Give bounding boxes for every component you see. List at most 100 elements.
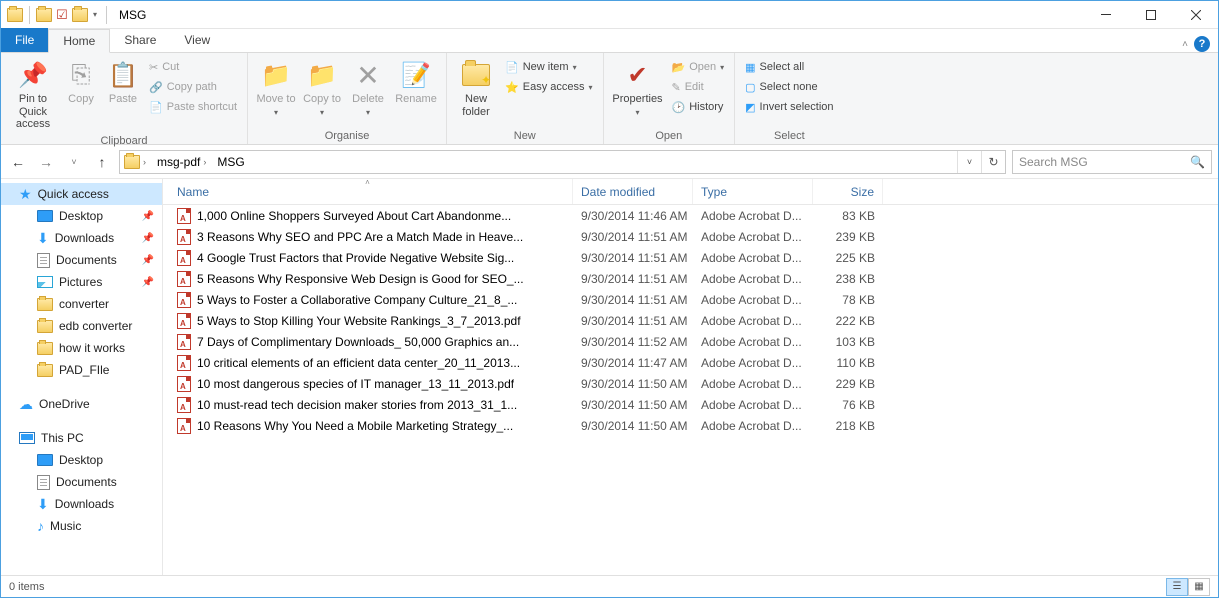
nav-edb-converter[interactable]: edb converter: [1, 315, 162, 337]
address-folder-icon: [124, 155, 140, 169]
open-button[interactable]: 📂Open ▾: [668, 57, 729, 77]
breadcrumb-seg-0[interactable]: msg-pdf: [157, 155, 200, 169]
tab-file[interactable]: File: [1, 28, 48, 52]
nav-desktop[interactable]: Desktop📌: [1, 205, 162, 227]
col-header-size[interactable]: Size: [813, 179, 883, 204]
cloud-icon: ☁: [19, 396, 33, 413]
desktop-icon: [37, 210, 53, 222]
edit-button[interactable]: ✎Edit: [668, 77, 729, 97]
nav-onedrive[interactable]: ☁OneDrive: [1, 393, 162, 415]
tab-home[interactable]: Home: [48, 29, 110, 53]
nav-documents[interactable]: Documents📌: [1, 249, 162, 271]
search-icon: 🔍: [1190, 155, 1205, 169]
properties-button[interactable]: ✔ Properties▾: [610, 57, 666, 120]
file-row[interactable]: 5 Ways to Foster a Collaborative Company…: [163, 289, 1218, 310]
address-bar[interactable]: › msg-pdf› MSG ˅ ↻: [119, 150, 1006, 174]
nav-pictures[interactable]: Pictures📌: [1, 271, 162, 293]
history-icon: 🕑: [672, 101, 686, 114]
file-row[interactable]: 10 must-read tech decision maker stories…: [163, 394, 1218, 415]
file-row[interactable]: 10 critical elements of an efficient dat…: [163, 352, 1218, 373]
file-row[interactable]: 3 Reasons Why SEO and PPC Are a Match Ma…: [163, 226, 1218, 247]
file-name: 7 Days of Complimentary Downloads_ 50,00…: [197, 335, 519, 349]
nav-downloads-2[interactable]: ⬇Downloads: [1, 493, 162, 515]
nav-forward-button[interactable]: →: [35, 151, 57, 173]
pin-to-quick-access-button[interactable]: 📌 Pin to Quick access: [7, 57, 59, 133]
new-folder-button[interactable]: New folder: [453, 57, 499, 120]
select-none-button[interactable]: ▢Select none: [741, 77, 837, 97]
open-icon: 📂: [672, 61, 686, 74]
navigation-pane[interactable]: ★Quick access Desktop📌 ⬇Downloads📌 Docum…: [1, 179, 163, 575]
group-label-select: Select: [741, 128, 837, 144]
file-name: 10 must-read tech decision maker stories…: [197, 398, 517, 412]
tab-view[interactable]: View: [170, 28, 224, 52]
rename-button[interactable]: 📝 Rename: [392, 57, 440, 108]
qat-newfolder-icon[interactable]: [72, 7, 88, 23]
easy-access-button[interactable]: ⭐Easy access ▾: [501, 77, 596, 97]
tab-share[interactable]: Share: [110, 28, 170, 52]
edit-icon: ✎: [672, 81, 681, 94]
chevron-right-icon[interactable]: ›: [200, 157, 209, 167]
qat-dropdown-icon[interactable]: ▾: [93, 10, 97, 19]
delete-button[interactable]: ✕ Delete▾: [346, 57, 390, 120]
cut-icon: ✂: [149, 61, 158, 74]
file-row[interactable]: 10 most dangerous species of IT manager_…: [163, 373, 1218, 394]
nav-desktop-2[interactable]: Desktop: [1, 449, 162, 471]
qat-properties-icon[interactable]: [36, 7, 52, 23]
address-dropdown-button[interactable]: ˅: [957, 151, 981, 173]
nav-pad-file[interactable]: PAD_FIle: [1, 359, 162, 381]
view-details-button[interactable]: ☰: [1166, 578, 1188, 596]
cut-button[interactable]: ✂Cut: [145, 57, 241, 77]
nav-recent-dropdown[interactable]: ˅: [63, 151, 85, 173]
nav-this-pc[interactable]: This PC: [1, 427, 162, 449]
file-row[interactable]: 5 Ways to Stop Killing Your Website Rank…: [163, 310, 1218, 331]
file-row[interactable]: 7 Days of Complimentary Downloads_ 50,00…: [163, 331, 1218, 352]
nav-downloads[interactable]: ⬇Downloads📌: [1, 227, 162, 249]
move-to-button[interactable]: 📁 Move to ▾: [254, 57, 298, 120]
file-date: 9/30/2014 11:46 AM: [573, 209, 693, 223]
file-row[interactable]: 1,000 Online Shoppers Surveyed About Car…: [163, 205, 1218, 226]
pc-icon: [19, 432, 35, 444]
copy-to-button[interactable]: 📁 Copy to ▾: [300, 57, 344, 120]
copy-button[interactable]: ⎘ Copy: [61, 57, 101, 108]
file-row[interactable]: 4 Google Trust Factors that Provide Nega…: [163, 247, 1218, 268]
ribbon-collapse-icon[interactable]: ˄: [1182, 39, 1188, 50]
view-large-icons-button[interactable]: ▦: [1188, 578, 1210, 596]
help-icon[interactable]: ?: [1194, 36, 1210, 52]
easy-access-icon: ⭐: [505, 81, 519, 94]
col-header-type[interactable]: Type: [693, 179, 813, 204]
file-size: 78 KB: [813, 293, 883, 307]
maximize-button[interactable]: [1128, 1, 1173, 29]
select-all-icon: ▦: [745, 61, 755, 74]
file-row[interactable]: 10 Reasons Why You Need a Mobile Marketi…: [163, 415, 1218, 436]
history-button[interactable]: 🕑History: [668, 97, 729, 117]
main-content: ★Quick access Desktop📌 ⬇Downloads📌 Docum…: [1, 179, 1218, 575]
refresh-button[interactable]: ↻: [981, 151, 1005, 173]
move-to-icon: 📁: [261, 59, 291, 91]
ribbon-tabs: File Home Share View ˄ ?: [1, 29, 1218, 53]
copy-path-button[interactable]: 🔗Copy path: [145, 77, 241, 97]
nav-up-button[interactable]: ↑: [91, 151, 113, 173]
invert-selection-button[interactable]: ◩Invert selection: [741, 97, 837, 117]
select-all-button[interactable]: ▦Select all: [741, 57, 837, 77]
nav-documents-2[interactable]: Documents: [1, 471, 162, 493]
minimize-button[interactable]: [1083, 1, 1128, 29]
breadcrumb-seg-1[interactable]: MSG: [217, 155, 244, 169]
paste-shortcut-button[interactable]: 📄Paste shortcut: [145, 97, 241, 117]
search-input[interactable]: Search MSG 🔍: [1012, 150, 1212, 174]
col-header-name[interactable]: Name ˄: [163, 179, 573, 204]
close-button[interactable]: [1173, 1, 1218, 29]
nav-back-button[interactable]: ←: [7, 151, 29, 173]
paste-button[interactable]: 📋 Paste: [103, 57, 143, 108]
nav-quick-access[interactable]: ★Quick access: [1, 183, 162, 205]
nav-how-it-works[interactable]: how it works: [1, 337, 162, 359]
file-row[interactable]: 5 Reasons Why Responsive Web Design is G…: [163, 268, 1218, 289]
col-header-date[interactable]: Date modified: [573, 179, 693, 204]
file-type: Adobe Acrobat D...: [693, 398, 813, 412]
file-name: 10 most dangerous species of IT manager_…: [197, 377, 514, 391]
nav-converter[interactable]: converter: [1, 293, 162, 315]
nav-music[interactable]: ♪Music: [1, 515, 162, 537]
qat-check-icon[interactable]: ☑: [54, 7, 70, 23]
new-item-button[interactable]: 📄New item ▾: [501, 57, 596, 77]
file-name: 4 Google Trust Factors that Provide Nega…: [197, 251, 514, 265]
chevron-right-icon[interactable]: ›: [140, 157, 149, 167]
